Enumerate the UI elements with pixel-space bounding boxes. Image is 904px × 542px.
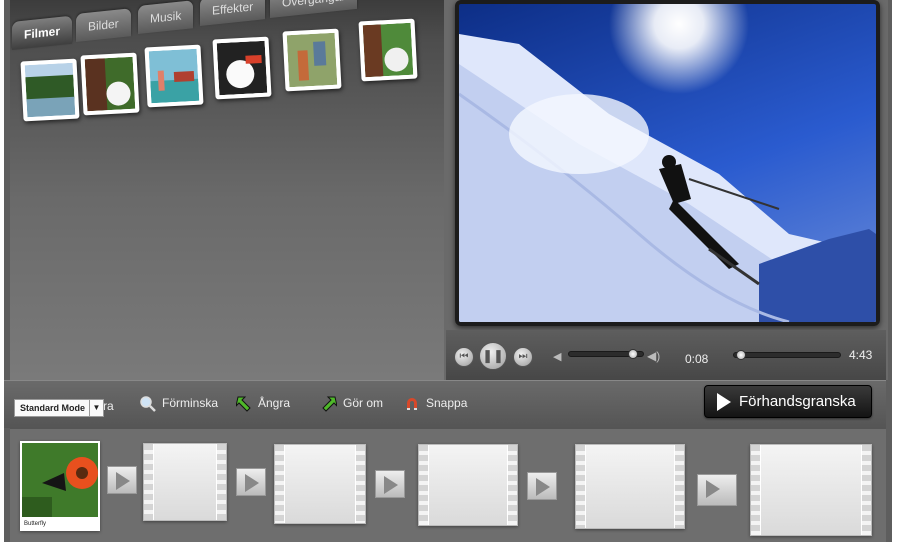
play-icon — [717, 393, 731, 411]
media-thumbnail[interactable] — [358, 18, 418, 82]
volume-knob[interactable] — [627, 349, 638, 359]
undo-label: Ångra — [258, 396, 291, 411]
previous-button[interactable]: ⏮ — [454, 347, 474, 367]
media-thumbnail[interactable] — [282, 28, 342, 92]
undo-button[interactable]: Ångra — [236, 396, 290, 412]
transition-slot[interactable] — [107, 466, 137, 494]
speaker-high-icon: ◀) — [647, 349, 661, 363]
beach-boat-image — [148, 48, 200, 104]
snap-button[interactable]: Snappa — [404, 396, 467, 412]
video-editor-window: Filmer Bilder Musik Effekter Övergångar — [0, 0, 904, 542]
tab-musik[interactable]: Musik — [138, 0, 194, 35]
fast-forward-icon: ⏭ — [518, 351, 528, 362]
snap-label: Snappa — [426, 396, 468, 411]
timeline-clip[interactable]: Butterfly — [20, 441, 100, 531]
tab-label: Bilder — [88, 16, 119, 34]
skier-video-frame — [459, 4, 876, 322]
tab-label: Effekter — [212, 0, 254, 18]
tab-bilder[interactable]: Bilder — [76, 8, 131, 42]
speaker-low-icon: ◀ — [553, 351, 562, 363]
redo-label: Gör om — [343, 396, 384, 411]
pause-button[interactable]: ❚❚ — [479, 342, 507, 370]
tab-label: Filmer — [24, 23, 61, 42]
media-thumbnail[interactable] — [212, 36, 272, 100]
mode-select[interactable]: Standard Mode ▼ — [14, 399, 104, 417]
tab-label: Övergångar — [282, 0, 345, 10]
clip-label: Butterfly — [24, 521, 47, 527]
transition-slot[interactable] — [527, 472, 557, 500]
empty-clip-slot[interactable] — [418, 444, 518, 526]
baby-garden-image — [362, 22, 414, 78]
preview-label: Förhandsgranska — [739, 393, 856, 410]
butterfly-clip-image — [22, 443, 98, 517]
mode-value: Standard Mode — [20, 403, 86, 413]
tab-label: Musik — [150, 8, 182, 26]
transition-slot[interactable] — [697, 474, 737, 506]
empty-clip-slot[interactable] — [750, 444, 872, 536]
people-outdoors-image — [286, 32, 338, 88]
total-time: 4:43 — [849, 348, 873, 362]
chevron-down-icon: ▼ — [89, 400, 103, 416]
current-time: 0:08 — [685, 352, 709, 366]
magnet-icon — [407, 398, 417, 410]
zoom-in-button[interactable]: ra — [103, 399, 114, 413]
rewind-icon: ⏮ — [459, 351, 469, 362]
transition-slot[interactable] — [236, 468, 266, 496]
redo-button[interactable]: Gör om — [321, 396, 383, 412]
forest-river-image — [24, 62, 76, 118]
empty-clip-slot[interactable] — [575, 444, 685, 529]
empty-clip-slot[interactable] — [143, 443, 227, 521]
baby-image — [84, 56, 136, 112]
transition-slot[interactable] — [375, 470, 405, 498]
pause-icon: ❚❚ — [482, 348, 504, 363]
preview-button[interactable]: Förhandsgranska — [704, 385, 872, 418]
undo-arrow-icon — [236, 396, 251, 412]
media-thumbnail[interactable] — [20, 58, 80, 122]
baby-bath-image — [216, 40, 268, 96]
redo-arrow-icon — [322, 396, 337, 412]
zoom-out-button[interactable]: Förminska — [140, 396, 218, 412]
tab-filmer[interactable]: Filmer — [12, 15, 73, 50]
video-preview[interactable] — [455, 0, 880, 326]
tab-effekter[interactable]: Effekter — [200, 0, 266, 27]
media-thumbnail[interactable] — [144, 44, 204, 108]
tab-overgangar[interactable]: Övergångar — [270, 0, 358, 18]
zoom-out-label: Förminska — [162, 396, 219, 411]
magnifier-icon — [140, 396, 156, 412]
zoom-in-label: ra — [103, 399, 114, 413]
progress-slider[interactable] — [733, 352, 841, 358]
next-button[interactable]: ⏭ — [513, 347, 533, 367]
media-thumbnail[interactable] — [80, 52, 140, 116]
empty-clip-slot[interactable] — [274, 444, 366, 524]
